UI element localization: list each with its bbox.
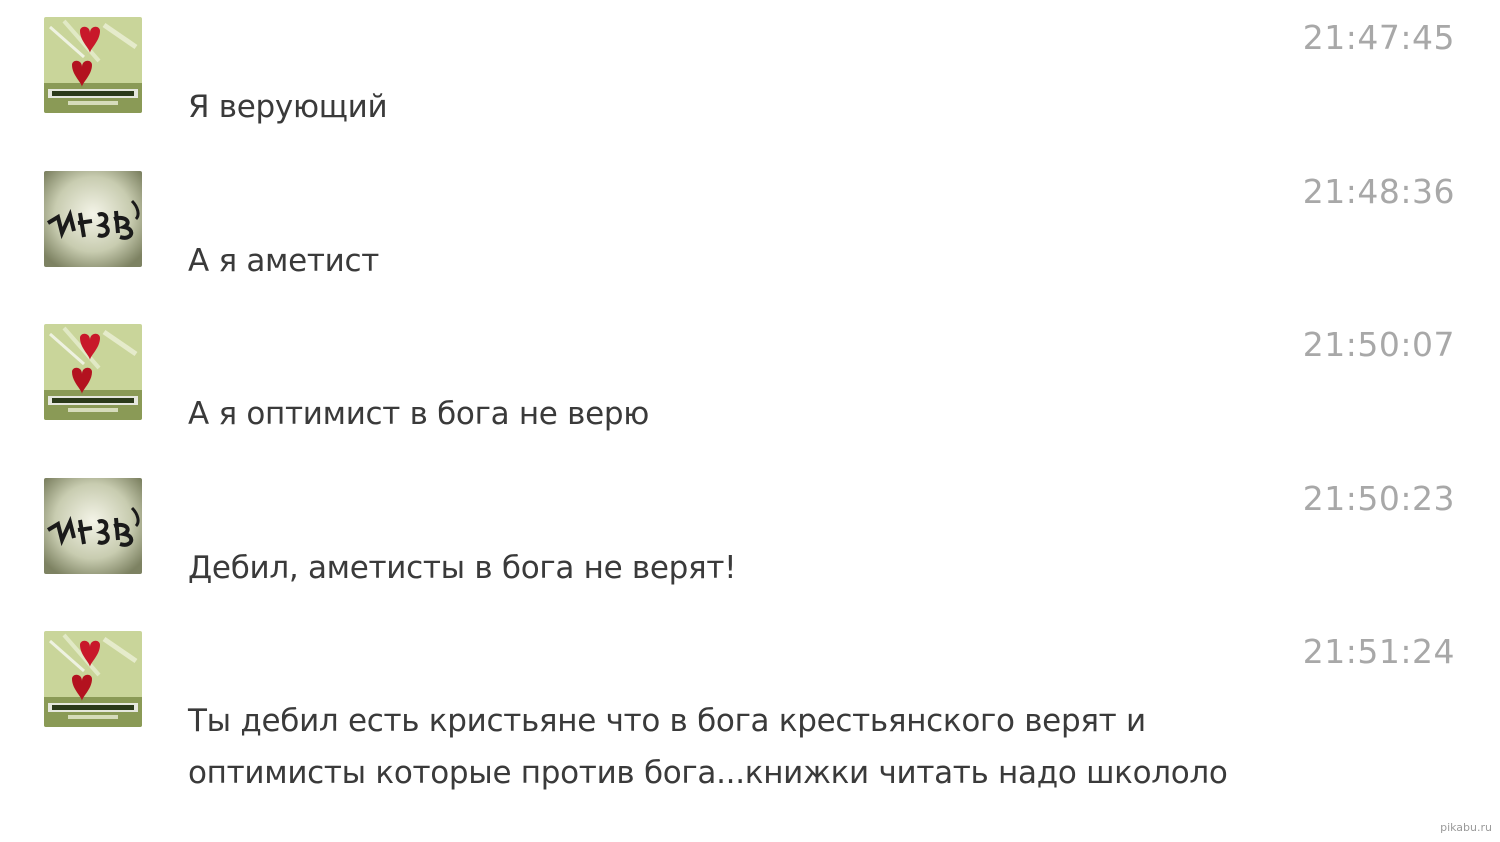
heart-avatar-icon — [44, 324, 142, 420]
chat-message: 21:50:23 Дебил, аметисты в бога не верят… — [0, 461, 1500, 615]
message-text: А я оптимист в бога не верю — [188, 396, 650, 432]
chat-message: 21:50:07 А я оптимист в бога не верю — [0, 307, 1500, 461]
graffiti-avatar-icon — [44, 478, 142, 574]
message-timestamp: 21:47:45 — [1302, 18, 1455, 57]
message-timestamp: 21:51:24 — [1302, 632, 1455, 671]
user-avatar-heart[interactable] — [44, 631, 142, 727]
pikabu-watermark: pikabu.ru — [1440, 821, 1492, 834]
heart-avatar-icon — [44, 17, 142, 113]
user-avatar-graffiti[interactable] — [44, 171, 142, 267]
chat-message: 21:51:24 Ты дебил есть кристьяне что в б… — [0, 614, 1500, 791]
message-timestamp: 21:48:36 — [1302, 172, 1455, 211]
chat-message: 21:48:36 А я аметист — [0, 154, 1500, 308]
user-avatar-graffiti[interactable] — [44, 478, 142, 574]
message-timestamp: 21:50:07 — [1302, 325, 1455, 364]
message-timestamp: 21:50:23 — [1302, 479, 1455, 518]
user-avatar-heart[interactable] — [44, 324, 142, 420]
message-text: Я верующий — [188, 89, 388, 125]
chat-message: 21:47:45 Я верующий — [0, 0, 1500, 154]
chat-history: 21:47:45 Я верующий 21:48:36 А я аметист… — [0, 0, 1500, 842]
message-text: Дебил, аметисты в бога не верят! — [188, 550, 737, 586]
message-text: А я аметист — [188, 243, 380, 279]
heart-avatar-icon — [44, 631, 142, 727]
graffiti-avatar-icon — [44, 171, 142, 267]
user-avatar-heart[interactable] — [44, 17, 142, 113]
message-text: Ты дебил есть кристьяне что в бога крест… — [188, 703, 1228, 791]
